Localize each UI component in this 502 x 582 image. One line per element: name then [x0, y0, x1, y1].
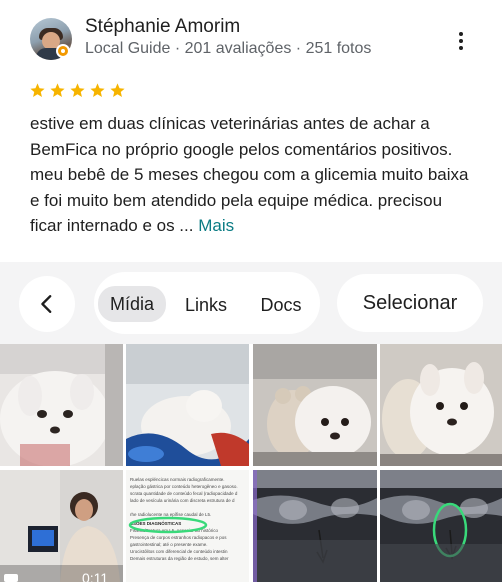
xray-thumbnail[interactable]	[380, 470, 502, 582]
dog-photo	[0, 344, 123, 466]
dog-photo	[253, 344, 377, 466]
star-icon	[89, 82, 106, 99]
media-toolbar: Mídia Links Docs Selecionar	[0, 262, 502, 344]
dog-photo	[380, 344, 502, 466]
document-thumbnail[interactable]: Ruelas espléncicas normais radiograficam…	[126, 470, 249, 582]
video-thumbnail[interactable]: 0:11	[0, 470, 123, 582]
media-thumbnail[interactable]	[380, 344, 502, 466]
chevron-left-icon	[41, 295, 52, 313]
video-camera-icon	[4, 574, 18, 582]
select-button[interactable]: Selecionar	[337, 274, 483, 332]
tab-midia[interactable]: Mídia	[98, 286, 166, 322]
review-body: estive em duas clínicas veterinárias ant…	[30, 114, 469, 235]
author-meta: Local Guide · 201 avaliações · 251 fotos	[85, 40, 372, 57]
star-icon	[109, 82, 126, 99]
media-thumbnail[interactable]	[253, 344, 377, 466]
xray-thumbnail[interactable]	[253, 470, 377, 582]
dog-photo	[126, 344, 249, 466]
more-options-icon[interactable]	[448, 28, 474, 54]
highlight-annotation	[128, 516, 208, 534]
tab-links[interactable]: Links	[178, 288, 234, 322]
tab-docs[interactable]: Docs	[254, 288, 308, 322]
video-duration: 0:11	[82, 570, 109, 582]
media-thumbnail[interactable]	[126, 344, 249, 466]
star-icon	[49, 82, 66, 99]
xray-image	[380, 470, 502, 582]
video-frame	[0, 470, 123, 582]
author-name[interactable]: Stéphanie Amorim	[85, 16, 240, 38]
media-thumbnail[interactable]	[0, 344, 123, 466]
media-type-tabs: Mídia Links Docs	[94, 272, 320, 334]
star-icon	[69, 82, 86, 99]
review-card: Stéphanie Amorim Local Guide · 201 avali…	[0, 0, 502, 262]
more-link[interactable]: Mais	[198, 216, 234, 235]
back-button[interactable]	[19, 276, 75, 332]
star-rating	[29, 82, 126, 99]
star-icon	[29, 82, 46, 99]
review-text: estive em duas clínicas veterinárias ant…	[30, 111, 470, 239]
local-guide-badge-icon	[56, 44, 70, 58]
xray-image	[253, 470, 377, 582]
